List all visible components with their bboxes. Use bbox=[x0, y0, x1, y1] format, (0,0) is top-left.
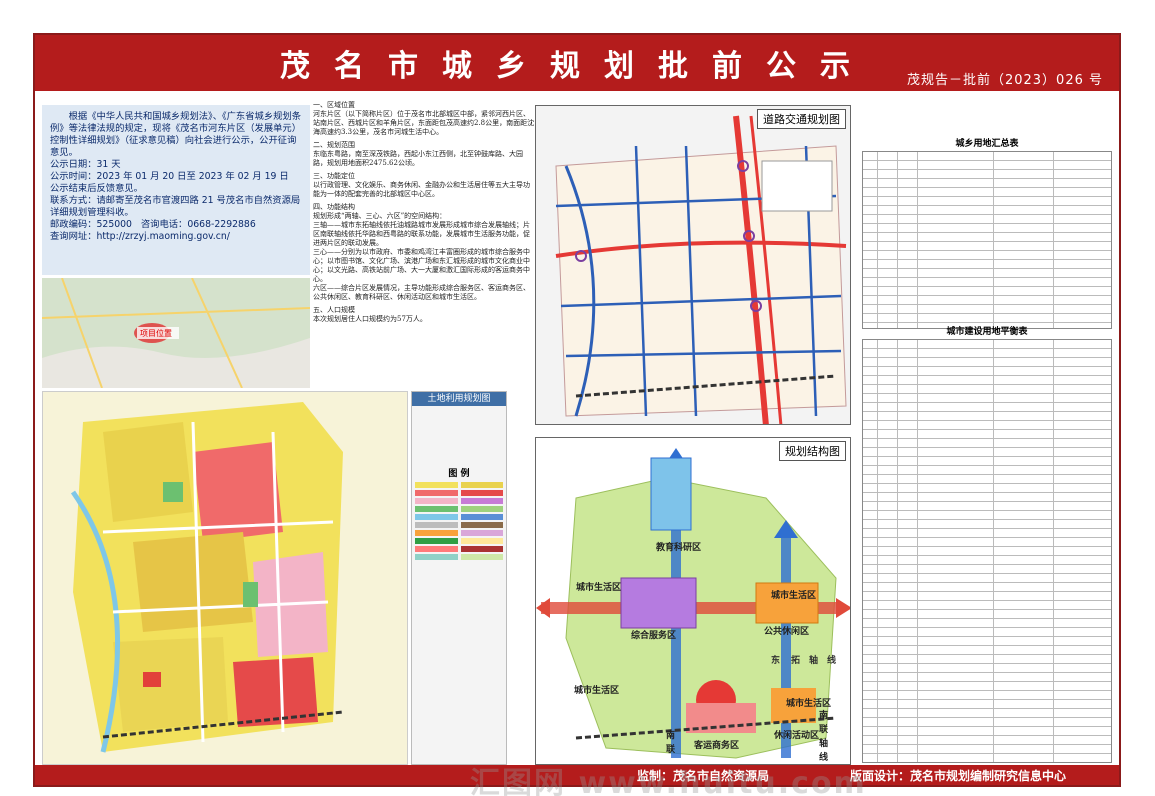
notice-dates: 公示时间：2023 年 01 月 20 日至 2023 年 02 月 19 日 bbox=[50, 171, 289, 182]
legend-heading: 图 例 bbox=[448, 469, 470, 479]
legend-swatch bbox=[415, 514, 458, 520]
land-use-legend: 土地利用规划图 图 例 bbox=[411, 391, 507, 765]
table-col-line bbox=[897, 152, 898, 328]
legend-swatch bbox=[415, 490, 458, 496]
axis-label: 轴 bbox=[819, 739, 829, 749]
desc-structure-zones: 六区——综合片区发展情况，主导功能形成综合服务区、客运商务区、公共休闲区、教育科… bbox=[313, 284, 530, 301]
notice-zip: 邮政编码：525000 bbox=[50, 219, 132, 230]
axis-label: 东 bbox=[771, 656, 781, 666]
legend-swatch bbox=[415, 498, 458, 504]
footer-designer: 版面设计：茂名市规划编制研究信息中心 bbox=[850, 769, 1067, 783]
notice-board: 茂名市城乡规划批前公示 茂规告－批前（2023）026 号 根据《中华人民共和国… bbox=[33, 33, 1121, 787]
legend-swatch bbox=[460, 522, 503, 528]
zone-label: 客运商务区 bbox=[694, 741, 740, 751]
table-col-line bbox=[993, 340, 994, 762]
desc-scope: 东临东粤路，南至深茂铁路，西起小东江西侧，北至钟鼓库路、大园路，规划用地面积24… bbox=[313, 150, 523, 167]
desc-heading-location: 一、区域位置 bbox=[313, 101, 355, 109]
legend-swatch bbox=[415, 538, 458, 544]
summary-table-title: 城乡用地汇总表 bbox=[955, 139, 1019, 149]
table-col-line bbox=[877, 152, 878, 328]
balance-table: 城市建设用地平衡表 bbox=[862, 327, 1112, 763]
table-col-line bbox=[897, 340, 898, 762]
table-col-line bbox=[1053, 340, 1054, 762]
legend-swatch bbox=[460, 546, 503, 552]
desc-structure-intro: 规划形成“两轴、三心、六区”的空间结构： bbox=[313, 212, 447, 220]
desc-location: 河东片区（以下简称片区）位于茂名市北部城区中部，紧邻河西片区、站南片区、西城片区… bbox=[313, 110, 535, 136]
legend-swatch bbox=[415, 546, 458, 552]
zone-label: 综合服务区 bbox=[631, 631, 677, 641]
legend-swatch bbox=[415, 530, 458, 536]
table-col-line bbox=[993, 152, 994, 328]
location-map: 项目位置 bbox=[42, 278, 310, 388]
axis-label: 拓 bbox=[791, 656, 801, 666]
summary-table-rows bbox=[863, 152, 1111, 328]
legend-swatch bbox=[415, 522, 458, 528]
axis-label: 联 bbox=[819, 725, 829, 735]
watermark: 汇图网 www.huitu.com bbox=[470, 766, 867, 796]
notice-intro: 根据《中华人民共和国城乡规划法》、《广东省城乡规划条例》等法律法规的规定，现将《… bbox=[50, 111, 302, 158]
land-use-tables: 城乡用地汇总表 城市建设用地平衡表 bbox=[862, 105, 1112, 765]
desc-structure-axes: 三轴——城市东拓轴线依托油城路城市发展形成城市综合发展轴线；片区南联轴线依托华路… bbox=[313, 221, 530, 247]
planning-structure-map: 规划结构图 教育科研区 城市生活区 城市生活区 综合服务区 公共休闲区 东 拓 … bbox=[535, 437, 851, 765]
table-col-line bbox=[917, 152, 918, 328]
zone-label: 城市生活区 bbox=[576, 583, 622, 593]
zone-label: 公共休闲区 bbox=[764, 627, 810, 637]
desc-heading-population: 五、人口规模 bbox=[313, 306, 355, 314]
table-col-line bbox=[917, 340, 918, 762]
legend-swatch bbox=[460, 514, 503, 520]
road-map-title: 道路交通规划图 bbox=[757, 109, 846, 129]
structure-map-title: 规划结构图 bbox=[779, 441, 846, 461]
balance-table-rows bbox=[863, 340, 1111, 762]
notice-period: 公示日期：31 天 bbox=[50, 159, 121, 170]
axis-label: 线 bbox=[827, 656, 837, 666]
axis-label: 联 bbox=[666, 745, 676, 755]
road-traffic-map: 道路交通规划图 bbox=[535, 105, 851, 425]
legend-swatch bbox=[460, 498, 503, 504]
axis-label: 南 bbox=[819, 711, 829, 721]
axis-label: 轴 bbox=[809, 656, 819, 666]
desc-function: 以行政管理、文化娱乐、商务休闲、金融办公和生活居住等五大主导功能为一体的配套完善… bbox=[313, 181, 530, 198]
legend-swatch bbox=[460, 482, 503, 488]
axis-label: 南 bbox=[666, 731, 676, 741]
desc-population: 本次规划居住人口规模约为57万人。 bbox=[313, 315, 427, 323]
notice-text-box: 根据《中华人民共和国城乡规划法》、《广东省城乡规划条例》等法律法规的规定，现将《… bbox=[42, 105, 310, 275]
legend-swatches bbox=[412, 479, 506, 563]
location-label: 项目位置 bbox=[140, 328, 172, 338]
zone-label: 教育科研区 bbox=[656, 543, 702, 553]
desc-structure-centers: 三心——分别为以市政府、市委和鸡湾江丰富圈形成的城市综合服务中心；以市图书馆、文… bbox=[313, 248, 530, 283]
table-col-line bbox=[1053, 152, 1054, 328]
zone-label: 城市生活区 bbox=[771, 591, 817, 601]
plan-description: 一、区域位置 河东片区（以下简称片区）位于茂名市北部城区中部，紧邻河西片区、站南… bbox=[313, 101, 535, 391]
summary-table: 城乡用地汇总表 bbox=[862, 139, 1112, 329]
desc-heading-function: 三、功能定位 bbox=[313, 172, 355, 180]
notice-contact: 联系方式：请邮寄至茂名市官渡四路 21 号茂名市自然资源局详细规划管理科收。 bbox=[50, 195, 301, 218]
notice-phone: 咨询电话：0668-2292886 bbox=[140, 219, 256, 230]
land-use-map bbox=[42, 391, 408, 765]
legend-swatch bbox=[460, 530, 503, 536]
legend-swatch bbox=[415, 482, 458, 488]
legend-swatch bbox=[460, 538, 503, 544]
table-col-line bbox=[877, 340, 878, 762]
notice-web[interactable]: 查询网址：http://zrzyj.maoming.gov.cn/ bbox=[50, 231, 302, 243]
legend-swatch bbox=[460, 554, 503, 560]
zone-label: 城市生活区 bbox=[574, 686, 620, 696]
legend-swatch bbox=[415, 554, 458, 560]
balance-table-title: 城市建设用地平衡表 bbox=[946, 327, 1028, 337]
doc-number: 茂规告－批前（2023）026 号 bbox=[906, 73, 1103, 88]
header-bar: 茂名市城乡规划批前公示 茂规告－批前（2023）026 号 bbox=[35, 35, 1119, 91]
notice-ended: 公示结束后反馈意见。 bbox=[50, 183, 143, 194]
land-use-title: 土地利用规划图 bbox=[412, 392, 506, 406]
desc-heading-scope: 二、规划范围 bbox=[313, 141, 355, 149]
legend-swatch bbox=[460, 490, 503, 496]
zone-label: 休闲活动区 bbox=[774, 731, 820, 741]
legend-swatch bbox=[460, 506, 503, 512]
legend-swatch bbox=[415, 506, 458, 512]
desc-heading-structure: 四、功能结构 bbox=[313, 203, 355, 211]
